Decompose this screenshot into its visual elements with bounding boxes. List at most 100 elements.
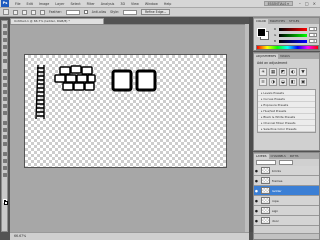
curves-icon[interactable]: ◩ — [279, 68, 287, 76]
visibility-eye-icon[interactable]: ● — [254, 179, 259, 183]
stamp-tool-icon[interactable] — [3, 83, 7, 87]
blend-mode-select[interactable] — [256, 160, 276, 165]
adjustments-panel: ADJUSTMENTS MASKS Add an adjustment ☀ ▦ … — [253, 52, 320, 151]
crop-tool-icon[interactable] — [3, 52, 7, 56]
layer-thumbnail — [261, 167, 270, 174]
tab-paths[interactable]: PATHS — [288, 154, 301, 159]
marquee-tool-icon[interactable] — [3, 31, 7, 35]
preset-item[interactable]: Selective Color Presets — [258, 126, 315, 132]
eraser-tool-icon[interactable] — [3, 97, 7, 101]
brush-tool-icon[interactable] — [3, 76, 7, 80]
menu-edit[interactable]: Edit — [24, 2, 36, 6]
vibrance-icon[interactable]: ▼ — [299, 68, 307, 76]
style-select[interactable] — [122, 9, 137, 15]
background-color-swatch[interactable] — [4, 201, 8, 205]
feather-input[interactable] — [65, 9, 80, 15]
foreground-color-chip[interactable] — [257, 28, 266, 37]
hue-saturation-icon[interactable]: ≡ — [259, 78, 267, 86]
red-track[interactable] — [279, 27, 307, 31]
menu-select[interactable]: Select — [67, 2, 83, 6]
tab-channels[interactable]: CHANNELS — [269, 154, 288, 159]
visibility-eye-icon[interactable]: ● — [254, 219, 259, 223]
gradient-tool-icon[interactable] — [3, 104, 7, 108]
visibility-eye-icon[interactable]: ● — [254, 169, 259, 173]
menu-analysis[interactable]: Analysis — [98, 2, 118, 6]
healing-tool-icon[interactable] — [3, 69, 7, 73]
move-tool-icon[interactable] — [3, 24, 7, 28]
layer-thumbnail — [261, 177, 270, 184]
photo-filter-icon[interactable]: ◧ — [289, 78, 297, 86]
menu-view[interactable]: View — [128, 2, 142, 6]
brightness-contrast-icon[interactable]: ☀ — [259, 68, 267, 76]
opacity-field[interactable] — [279, 160, 293, 165]
canvas[interactable] — [24, 54, 227, 168]
shape-tool-icon[interactable] — [3, 142, 7, 146]
layer-thumbnail — [261, 207, 270, 214]
3d-orbit-tool-icon[interactable] — [3, 159, 7, 163]
minimize-icon[interactable]: – — [299, 1, 301, 6]
zoom-level[interactable]: 66.67% — [14, 234, 26, 238]
exposure-icon[interactable]: ◐ — [289, 68, 297, 76]
green-track[interactable] — [279, 33, 307, 37]
tab-swatches[interactable]: SWATCHES — [268, 19, 287, 24]
green-slider[interactable]: G 0 — [274, 33, 317, 37]
history-brush-tool-icon[interactable] — [3, 90, 7, 94]
visibility-eye-icon[interactable]: ● — [254, 189, 259, 193]
workspace-switcher-button[interactable]: ESSENTIALS ▾ — [263, 1, 293, 6]
path-select-tool-icon[interactable] — [3, 135, 7, 139]
menu-layer[interactable]: Layer — [52, 2, 67, 6]
menu-image[interactable]: Image — [36, 2, 52, 6]
layer-name: sign — [272, 208, 279, 213]
red-value[interactable]: 0 — [309, 27, 317, 31]
status-bar: 66.67% — [10, 232, 249, 240]
subtract-selection-icon[interactable] — [31, 9, 36, 15]
tab-adjustments[interactable]: ADJUSTMENTS — [254, 54, 279, 59]
ladder-graphic — [35, 64, 45, 120]
dodge-tool-icon[interactable] — [3, 111, 7, 115]
color-balance-icon[interactable]: ◑ — [269, 78, 277, 86]
menu-filter[interactable]: Filter — [84, 2, 98, 6]
blue-track[interactable] — [279, 39, 307, 43]
menu-file[interactable]: File — [12, 2, 24, 6]
intersect-selection-icon[interactable] — [40, 9, 45, 15]
close-icon[interactable]: × — [313, 1, 316, 6]
pen-tool-icon[interactable] — [3, 121, 7, 125]
layer-row-selected[interactable]: ● ladder — [254, 186, 319, 196]
layer-options-row — [254, 159, 319, 166]
color-spectrum-bar[interactable] — [256, 45, 319, 50]
black-white-icon[interactable]: ◒ — [279, 78, 287, 86]
layer-row[interactable]: ● rope — [254, 196, 319, 206]
green-value[interactable]: 0 — [309, 33, 317, 37]
visibility-eye-icon[interactable]: ● — [254, 209, 259, 213]
anti-alias-checkbox[interactable] — [83, 10, 88, 14]
tab-masks[interactable]: MASKS — [278, 54, 292, 59]
refine-edge-button[interactable]: Refine Edge... — [140, 9, 171, 15]
red-slider[interactable]: R 0 — [274, 27, 317, 31]
layer-row[interactable]: ● sign — [254, 206, 319, 216]
add-selection-icon[interactable] — [22, 9, 27, 15]
blue-value[interactable]: 0 — [309, 39, 317, 43]
new-selection-icon[interactable] — [13, 9, 18, 15]
tab-styles[interactable]: STYLES — [287, 19, 301, 24]
tab-layers[interactable]: LAYERS — [254, 154, 269, 159]
layer-row[interactable]: ● door — [254, 216, 319, 226]
3d-rotate-tool-icon[interactable] — [3, 152, 7, 156]
zoom-tool-icon[interactable] — [3, 173, 7, 177]
menu-3d[interactable]: 3D — [117, 2, 128, 6]
eyedropper-tool-icon[interactable] — [3, 59, 7, 63]
type-tool-icon[interactable] — [3, 128, 7, 132]
marquee-tool-icon[interactable] — [3, 9, 9, 15]
visibility-eye-icon[interactable]: ● — [254, 199, 259, 203]
menu-help[interactable]: Help — [161, 2, 175, 6]
quick-select-tool-icon[interactable] — [3, 45, 7, 49]
blue-slider[interactable]: B 0 — [274, 39, 317, 43]
lasso-tool-icon[interactable] — [3, 38, 7, 42]
tab-color[interactable]: COLOR — [254, 19, 268, 24]
layer-row[interactable]: ● bricks — [254, 166, 319, 176]
levels-icon[interactable]: ▦ — [269, 68, 277, 76]
menu-window[interactable]: Window — [142, 2, 161, 6]
hand-tool-icon[interactable] — [3, 166, 7, 170]
channel-mixer-icon[interactable]: ▣ — [299, 78, 307, 86]
layer-row[interactable]: ● frames — [254, 176, 319, 186]
maximize-icon[interactable]: □ — [305, 1, 309, 6]
